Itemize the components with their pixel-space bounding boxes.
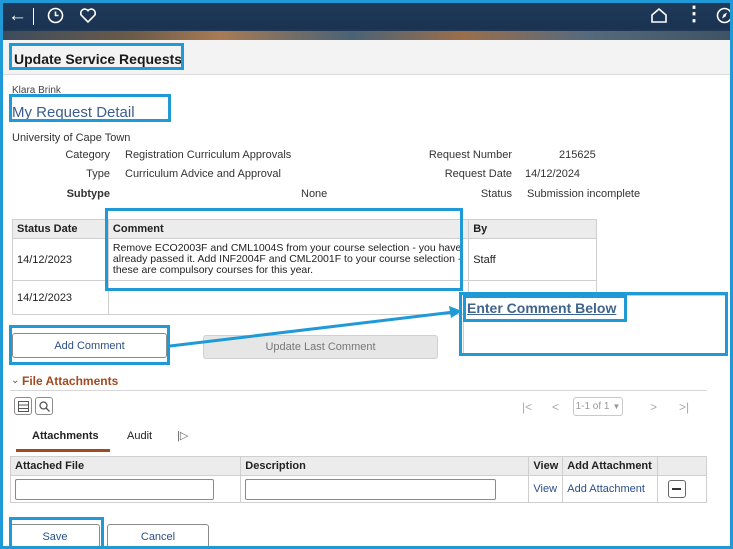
annotation-arrow (169, 306, 462, 348)
